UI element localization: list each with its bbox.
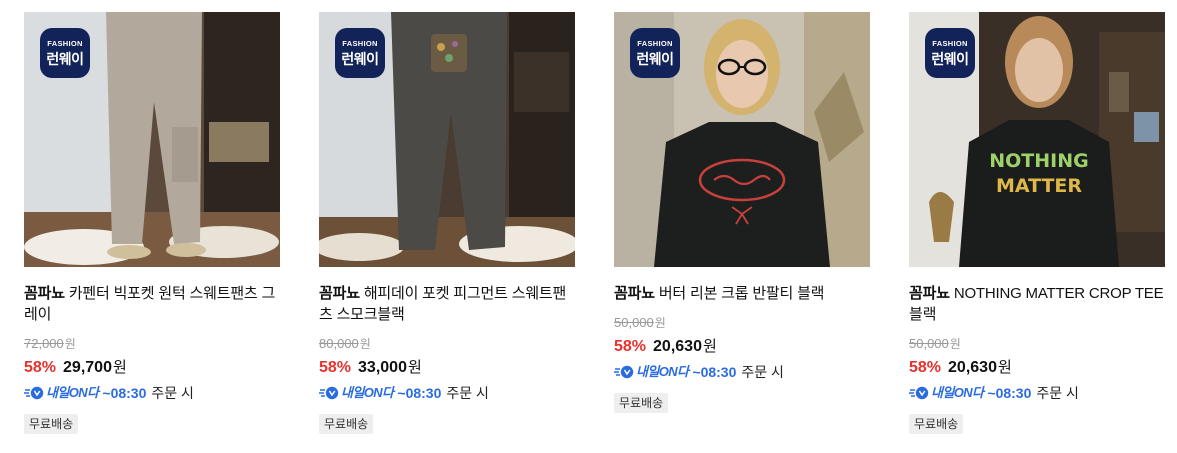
fashion-runway-badge: FASHION 런웨이	[335, 28, 385, 78]
badge-top-text: FASHION	[932, 39, 968, 48]
original-price-value: 50,000	[614, 315, 654, 330]
badge-top-text: FASHION	[342, 39, 378, 48]
currency-unit: 원	[702, 338, 717, 355]
svg-text:NOTHING: NOTHING	[989, 150, 1088, 172]
fashion-runway-badge: FASHION 런웨이	[630, 28, 680, 78]
fashion-runway-badge: FASHION 런웨이	[925, 28, 975, 78]
product-title[interactable]: 꼼파뇨 NOTHING MATTER CROP TEE 블랙	[909, 283, 1165, 325]
product-image[interactable]: FASHION 런웨이	[24, 12, 280, 267]
sale-price: 20,630	[653, 338, 702, 355]
original-price-value: 72,000	[24, 336, 64, 351]
free-shipping-tag: 무료배송	[909, 414, 964, 434]
currency-unit: 원	[949, 337, 961, 351]
order-text: 주문 시	[741, 364, 784, 380]
original-price: 80,000원	[319, 335, 575, 353]
product-image[interactable]: FASHION 런웨이	[614, 12, 870, 267]
product-card[interactable]: FASHION 런웨이 꼼파뇨 버터 리본 크롭 반팔티 블랙 50,000원 5…	[614, 12, 870, 413]
delivery-info: 내일ON다 ~08:30 주문 시	[24, 383, 280, 403]
sale-price: 33,000	[358, 359, 407, 376]
product-card[interactable]: FASHION 런웨이 꼼파뇨 해피데이 포켓 피그먼트 스웨트팬츠 스모크블랙 …	[319, 12, 575, 434]
delivery-info: 내일ON다 ~08:30 주문 시	[614, 362, 870, 382]
product-brand: 꼼파뇨	[614, 285, 655, 302]
discount-rate: 58%	[614, 338, 647, 355]
sale-price: 20,630	[948, 359, 997, 376]
delivery-cutoff-time: ~08:30	[102, 385, 147, 401]
sale-price-row: 58% 20,630원	[614, 336, 870, 358]
product-title[interactable]: 꼼파뇨 해피데이 포켓 피그먼트 스웨트팬츠 스모크블랙	[319, 283, 575, 325]
delivery-cutoff-time: ~08:30	[397, 385, 442, 401]
currency-unit: 원	[407, 359, 422, 376]
original-price: 50,000원	[909, 335, 1165, 353]
sale-price: 29,700	[63, 359, 112, 376]
currency-unit: 원	[359, 337, 371, 351]
tomorrow-on-label: 내일ON다	[931, 385, 984, 400]
badge-top-text: FASHION	[47, 39, 83, 48]
currency-unit: 원	[112, 359, 127, 376]
badge-main-text: 런웨이	[46, 51, 84, 67]
delivery-info: 내일ON다 ~08:30 주문 시	[319, 383, 575, 403]
currency-unit: 원	[64, 337, 76, 351]
discount-rate: 58%	[24, 359, 57, 376]
product-title[interactable]: 꼼파뇨 버터 리본 크롭 반팔티 블랙	[614, 283, 870, 304]
fast-delivery-icon	[614, 365, 634, 379]
original-price-value: 80,000	[319, 336, 359, 351]
order-text: 주문 시	[446, 385, 489, 401]
delivery-info: 내일ON다 ~08:30 주문 시	[909, 383, 1165, 403]
product-brand: 꼼파뇨	[909, 285, 950, 302]
order-text: 주문 시	[151, 385, 194, 401]
delivery-cutoff-time: ~08:30	[987, 385, 1032, 401]
order-text: 주문 시	[1036, 385, 1079, 401]
fast-delivery-icon	[319, 386, 339, 400]
product-image[interactable]: NOTHING MATTER FASHION 런웨이	[909, 12, 1165, 267]
badge-main-text: 런웨이	[636, 51, 674, 67]
fast-delivery-icon	[909, 386, 929, 400]
discount-rate: 58%	[319, 359, 352, 376]
badge-main-text: 런웨이	[931, 51, 969, 67]
free-shipping-tag: 무료배송	[319, 414, 374, 434]
sale-price-row: 58% 20,630원	[909, 357, 1165, 379]
tomorrow-on-label: 내일ON다	[636, 364, 689, 379]
svg-text:MATTER: MATTER	[996, 175, 1082, 197]
product-title[interactable]: 꼼파뇨 카펜터 빅포켓 원턱 스웨트팬츠 그레이	[24, 283, 280, 325]
product-brand: 꼼파뇨	[319, 285, 360, 302]
product-name: 버터 리본 크롭 반팔티 블랙	[658, 285, 825, 302]
fast-delivery-icon	[24, 386, 44, 400]
free-shipping-tag: 무료배송	[24, 414, 79, 434]
currency-unit: 원	[654, 316, 666, 330]
product-brand: 꼼파뇨	[24, 285, 65, 302]
fashion-runway-badge: FASHION 런웨이	[40, 28, 90, 78]
original-price: 50,000원	[614, 314, 870, 332]
product-card[interactable]: NOTHING MATTER FASHION 런웨이 꼼파뇨 NOTHING MA…	[909, 12, 1165, 434]
product-card[interactable]: FASHION 런웨이 꼼파뇨 카펜터 빅포켓 원턱 스웨트팬츠 그레이 72,0…	[24, 12, 280, 434]
original-price-value: 50,000	[909, 336, 949, 351]
sale-price-row: 58% 33,000원	[319, 357, 575, 379]
discount-rate: 58%	[909, 359, 942, 376]
original-price: 72,000원	[24, 335, 280, 353]
sale-price-row: 58% 29,700원	[24, 357, 280, 379]
badge-main-text: 런웨이	[341, 51, 379, 67]
product-image[interactable]: FASHION 런웨이	[319, 12, 575, 267]
badge-top-text: FASHION	[637, 39, 673, 48]
tomorrow-on-label: 내일ON다	[46, 385, 99, 400]
currency-unit: 원	[997, 359, 1012, 376]
tomorrow-on-label: 내일ON다	[341, 385, 394, 400]
delivery-cutoff-time: ~08:30	[692, 364, 737, 380]
free-shipping-tag: 무료배송	[614, 393, 669, 413]
